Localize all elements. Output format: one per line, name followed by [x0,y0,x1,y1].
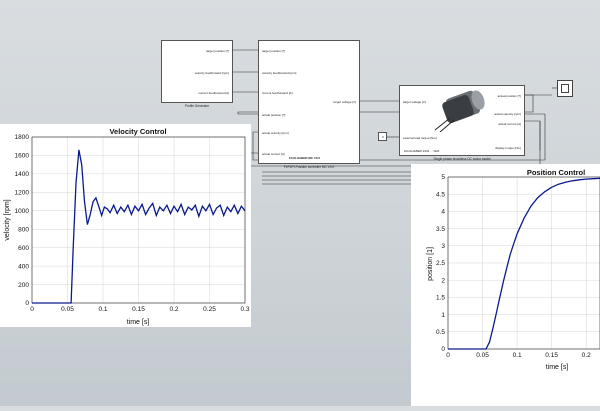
velocity-chart-svg: Velocity Control time [s] velocity [rpm]… [0,124,251,327]
motor-out-actual-current: actual current [A] [498,122,521,126]
position-chart-title: Position Control [527,168,585,177]
pos-xtick-label: 0.1 [513,352,522,359]
profile-generator-caption: Profile Generator [184,104,210,108]
vel-xtick-label: 0.25 [203,306,216,313]
scope-block[interactable] [557,80,573,97]
pos-ytick-label: 0.5 [436,329,445,336]
vel-ytick-label: 800 [18,226,29,233]
vel-ytick-label: 400 [18,263,29,270]
motor-in-target-voltage: target voltage [V] [403,100,426,104]
motor-title: FAULHABER 2232 ... SR4 [404,149,440,153]
pos-ytick-label: 3.5 [436,226,445,233]
vel-ytick-label: 200 [18,282,29,289]
motor-out-actual-velocity: actual velocity [rpm] [494,112,521,116]
pos-xtick-label: 0.05 [476,352,489,359]
pos-ytick-label: 4.5 [436,191,445,198]
pg-port-velocity-feedforward: velocity feedforward [rpm] [194,71,229,75]
pos-ytick-label: 1 [441,312,445,319]
velocity-chart-xlabel: time [s] [127,319,150,326]
pos-xtick-label: 0.15 [545,352,558,359]
pos-ytick-label: 2 [441,277,445,284]
vel-ytick-label: 1600 [15,153,30,160]
scope-icon [561,84,569,93]
velocity-chart: Velocity Control time [s] velocity [rpm]… [0,124,251,327]
controller-title: FAULHABER MC V3.0 [289,156,321,160]
position-chart: Position Control time [s] position [1] 0… [411,164,600,406]
motor-block[interactable]: target voltage [V] external load torque … [399,85,525,156]
vel-ytick-label: 1000 [15,208,30,215]
motor-out-display-torque: display torque [Nm] [495,146,521,150]
vel-ytick-label: 1400 [15,171,30,178]
pos-xtick-label: 0.2 [582,352,591,359]
vel-xtick-label: 0.05 [61,306,74,313]
vel-xtick-label: 0.3 [240,306,249,313]
position-chart-ylabel: position [1] [427,247,434,281]
ctrl-in-actual-position: actual position [?] [262,113,286,117]
ctrl-in-actual-velocity: actual velocity [rpm] [262,131,289,135]
ctrl-out-target-voltage: target voltage [V] [333,100,356,104]
vel-xtick-label: 0.2 [169,306,178,313]
pos-ytick-label: 5 [441,174,445,181]
ctrl-in-target-position: target position [?] [262,49,286,53]
profile-generator-block[interactable]: target position [?] velocity feedforward… [161,40,233,103]
pos-ytick-label: 1.5 [436,295,445,302]
vel-ytick-label: 600 [18,245,29,252]
motor-caption: Single phase brushless DC motor model [433,157,491,161]
vel-ytick-label: 1800 [15,134,30,141]
vel-xtick-label: 0.15 [132,306,145,313]
vel-ytick-label: 1200 [15,190,30,197]
pos-ytick-label: 4 [441,209,445,216]
motor-icon [434,90,485,132]
position-chart-xlabel: time [s] [546,364,569,371]
motor-out-actual-position: actual position [?] [497,94,521,98]
pos-ytick-label: 3 [441,243,445,250]
vel-xtick-label: 0 [30,306,34,313]
controller-block[interactable]: target position [?] velocity feedforward… [258,40,360,164]
motor-in-external-load: external load torque [Nm] [403,136,437,140]
vel-xtick-label: 0.1 [98,306,107,313]
ctrl-in-velocity-feedforward: velocity feedforward [rpm] [262,71,297,75]
ctrl-in-actual-current: actual current [A] [262,152,285,156]
velocity-chart-ylabel: velocity [rpm] [4,199,11,240]
pos-ytick-label: 2.5 [436,260,445,267]
pos-ytick-label: 0 [441,346,445,353]
ctrl-in-current-feedforward: current feedforward [A] [262,91,293,95]
position-chart-svg: Position Control time [s] position [1] 0… [411,164,600,406]
pos-xtick-label: 0 [446,352,450,359]
constant-block[interactable]: 0 [378,132,387,141]
vel-ytick-label: 0 [25,300,29,307]
controller-caption: PI/PI/PI-Position controller MC V3.0 [283,165,335,169]
constant-value: 0 [382,135,384,139]
pg-port-target-position: target position [?] [205,49,229,53]
pg-port-current-feedforward: current feedforward [A] [198,91,229,95]
velocity-chart-title: Velocity Control [109,127,166,136]
